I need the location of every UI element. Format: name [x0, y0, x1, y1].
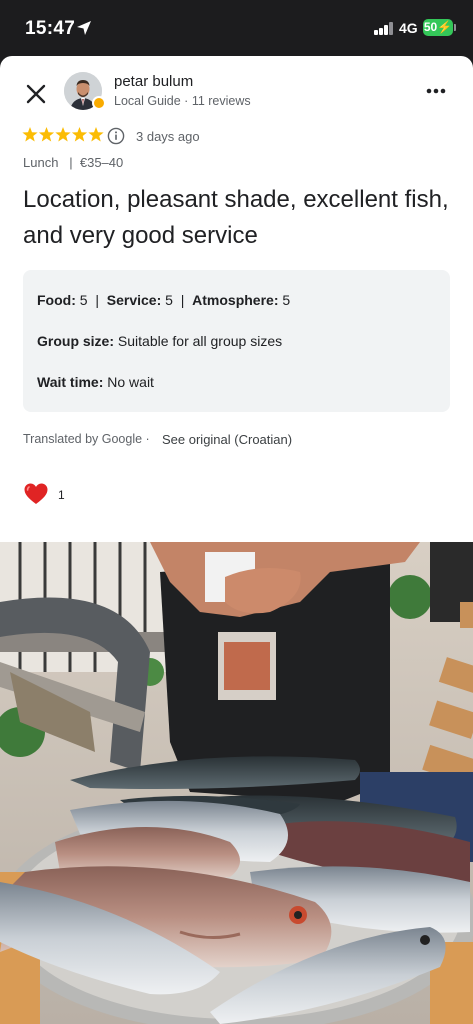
star-rating [22, 127, 104, 142]
wait-time-label: Wait time: [37, 374, 104, 390]
star-icon [55, 127, 71, 142]
battery-cap [454, 24, 456, 31]
wait-time-value: No wait [107, 374, 154, 390]
food-label: Food: [37, 292, 76, 308]
battery-level: 50 [423, 20, 438, 34]
ratings-row: Food: 5 | Service: 5 | Atmosphere: 5 [37, 292, 291, 308]
group-size-value: Suitable for all group sizes [117, 333, 283, 349]
author-name[interactable]: petar bulum [114, 73, 193, 90]
food-value: 5 [79, 292, 88, 308]
star-icon [71, 127, 88, 142]
more-vert-icon[interactable] [423, 80, 449, 102]
service-value: 5 [165, 292, 173, 308]
info-icon[interactable] [107, 127, 125, 145]
fish-platter-image [0, 542, 473, 1024]
atmosphere-label: Atmosphere: [192, 292, 279, 308]
price-range: €35–40 [79, 155, 124, 170]
close-icon[interactable] [22, 80, 50, 108]
like-count: 1 [58, 488, 65, 502]
see-original-link[interactable]: See original (Croatian) [162, 432, 292, 447]
star-icon [22, 127, 38, 142]
status-bar: 15:47 4G 50⚡ [0, 0, 473, 56]
wait-time-row: Wait time: No wait [37, 374, 154, 390]
review-attributes: Food: 5 | Service: 5 | Atmosphere: 5 Gro… [23, 270, 450, 412]
service-label: Service: [106, 292, 162, 308]
group-size-label: Group size: [37, 333, 115, 349]
star-icon [38, 127, 55, 142]
location-arrow-icon [77, 21, 91, 35]
heart-icon[interactable] [23, 482, 49, 506]
atmosphere-value: 5 [282, 292, 291, 308]
signal-icon [374, 22, 394, 35]
review-photo[interactable] [0, 542, 473, 1024]
meal-price-line: Lunch | €35–40 [23, 155, 124, 170]
review-date: 3 days ago [136, 129, 200, 144]
local-guide-badge [92, 96, 106, 110]
status-time: 15:47 [25, 18, 76, 39]
review-text: Location, pleasant shade, excellent fish… [23, 186, 449, 249]
author-meta: Local Guide · 11 reviews [114, 94, 251, 108]
star-icon [88, 127, 104, 142]
group-size-row: Group size: Suitable for all group sizes [37, 333, 282, 349]
network-type: 4G [399, 20, 418, 36]
translated-by-google: Translated by Google · [23, 432, 150, 446]
meal-type: Lunch [23, 155, 59, 170]
battery-icon: 50⚡ [423, 19, 453, 36]
